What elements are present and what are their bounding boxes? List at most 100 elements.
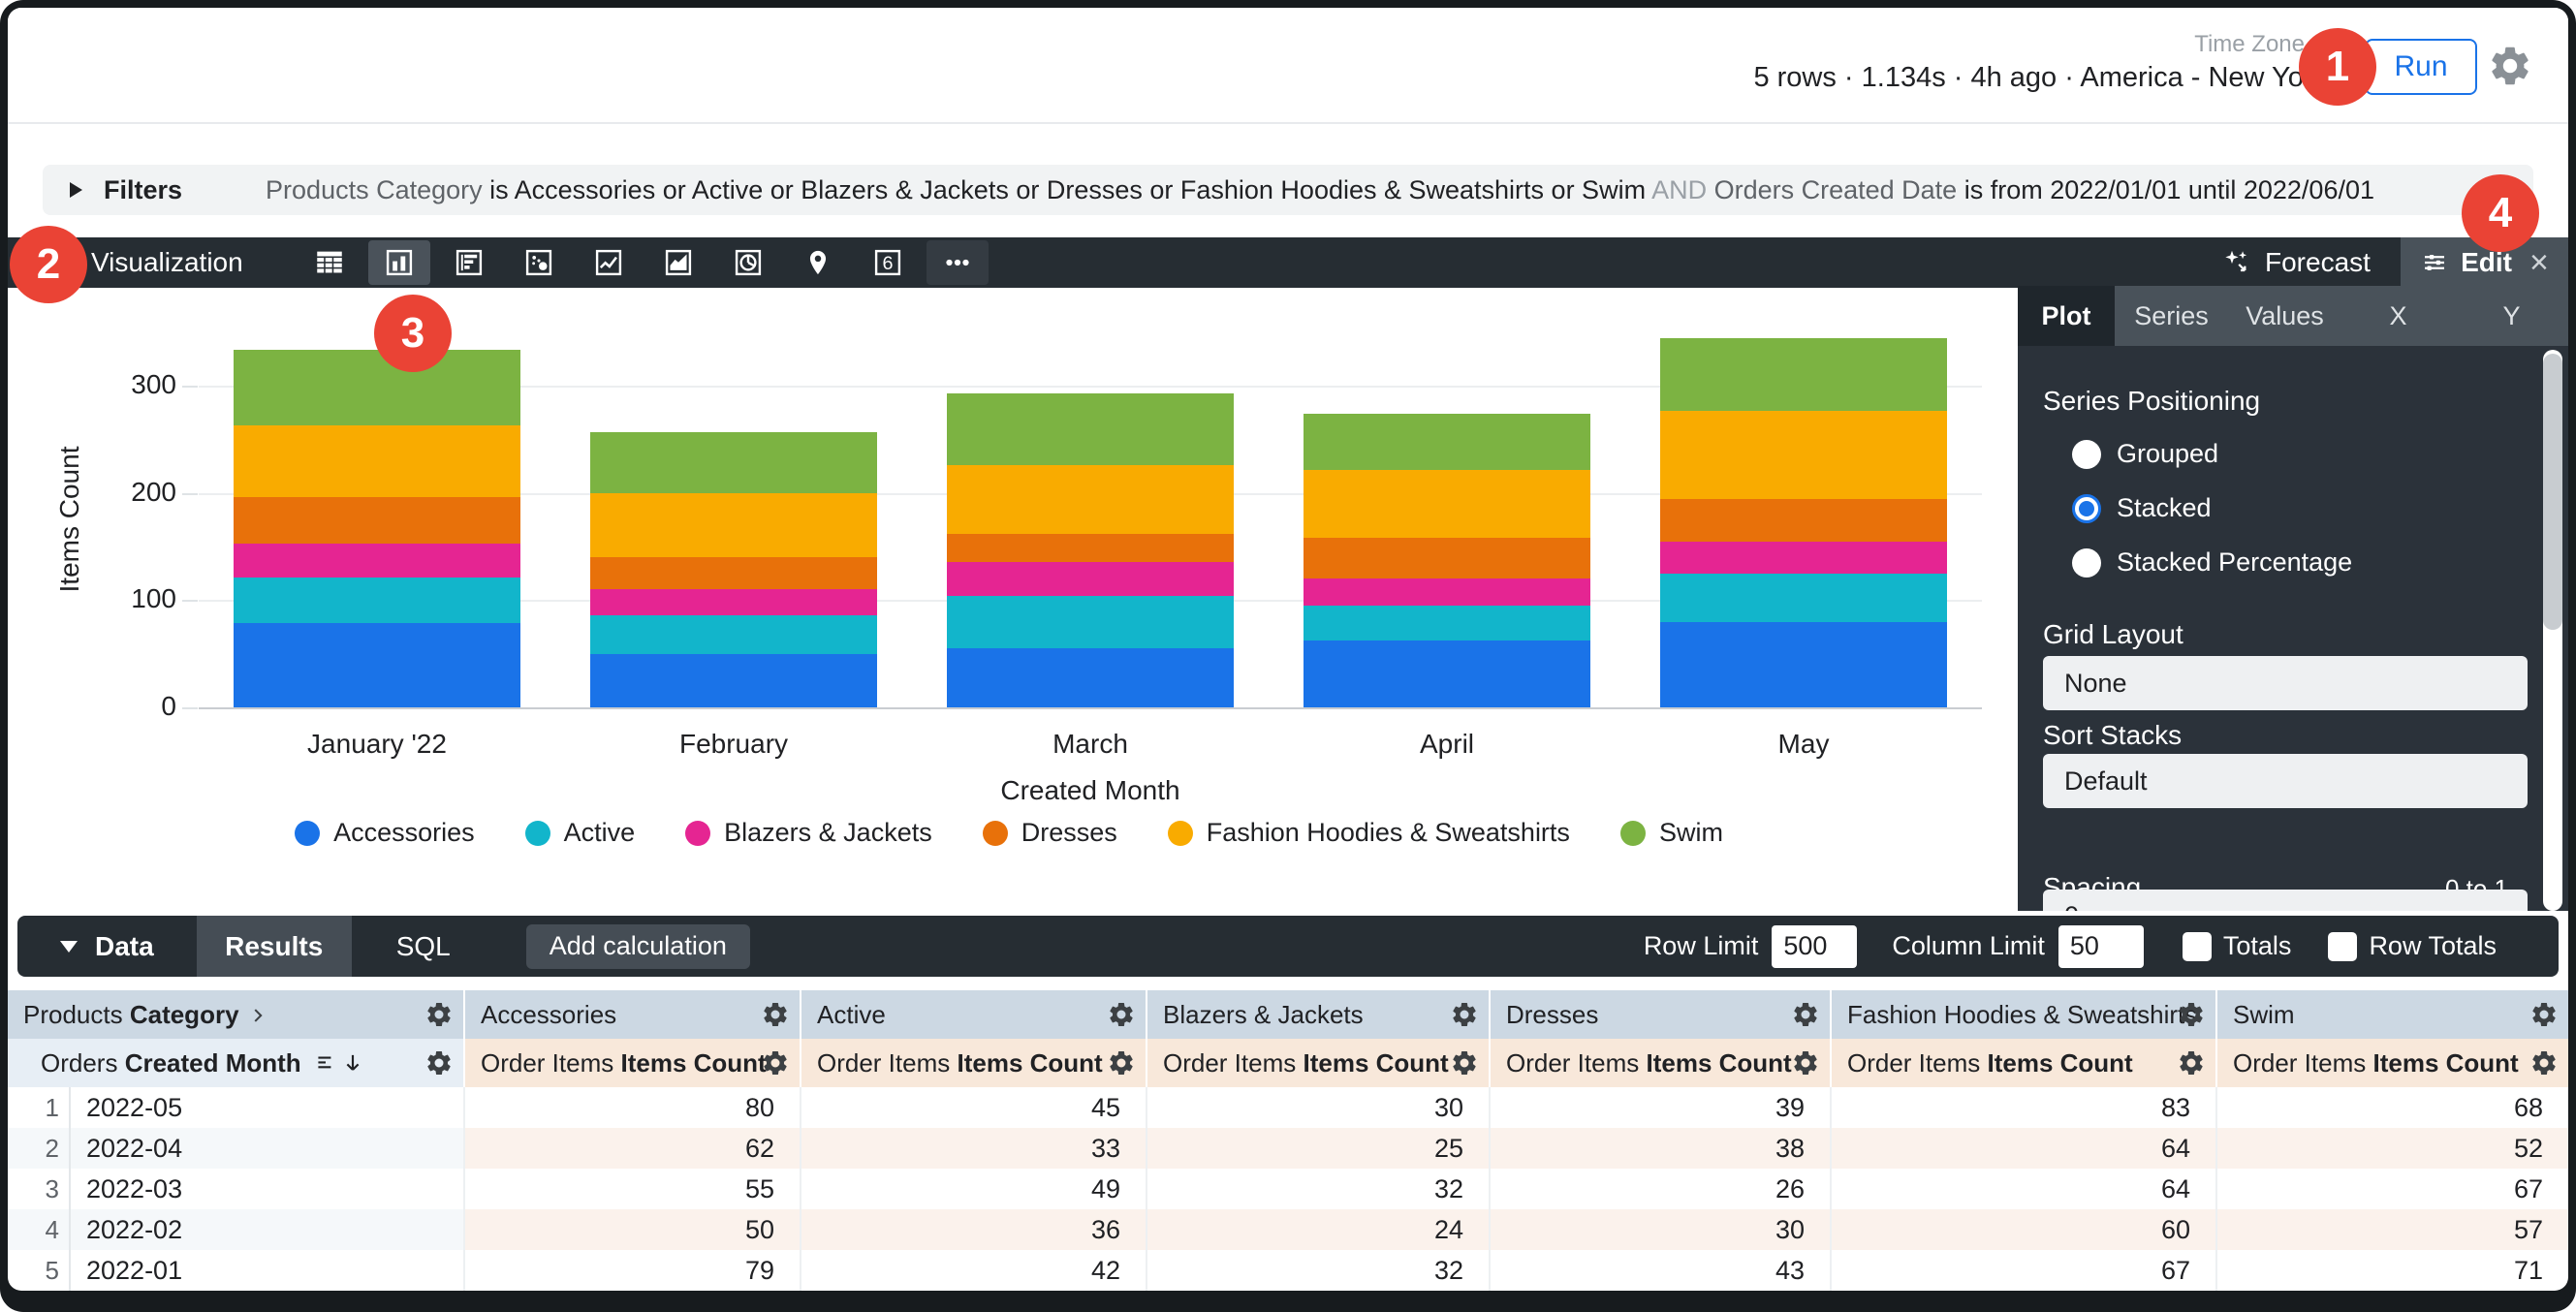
subtotal-icon[interactable] [313, 1050, 338, 1076]
bar-chart-icon[interactable] [438, 240, 500, 285]
month-cell[interactable]: 2022-03 [70, 1169, 464, 1209]
bar-segment[interactable] [234, 497, 520, 544]
bar-segment[interactable] [234, 350, 520, 426]
measure-subheader[interactable]: Order Items Items Count [1147, 1039, 1490, 1087]
field-gear-icon[interactable] [2177, 1000, 2206, 1029]
measure-column-header[interactable]: Active [801, 990, 1147, 1039]
tab-y[interactable]: Y [2455, 286, 2568, 346]
tab-values[interactable]: Values [2228, 286, 2341, 346]
bar-segment[interactable] [947, 465, 1234, 534]
bar-segment[interactable] [1660, 411, 1947, 500]
bar-segment[interactable] [590, 589, 877, 615]
bar-segment[interactable] [1660, 574, 1947, 622]
more-charts-icon[interactable] [927, 240, 989, 285]
legend-item[interactable]: Accessories [295, 818, 475, 848]
bar-segment[interactable] [590, 557, 877, 589]
value-cell[interactable]: 64 [1831, 1128, 2216, 1169]
value-cell[interactable]: 30 [1490, 1209, 1831, 1250]
value-cell[interactable]: 67 [1831, 1250, 2216, 1291]
value-cell[interactable]: 32 [1147, 1169, 1490, 1209]
settings-gear-icon[interactable] [2487, 43, 2533, 89]
value-cell[interactable]: 62 [464, 1128, 801, 1169]
expand-filters-icon[interactable] [70, 182, 82, 198]
tab-plot[interactable]: Plot [2018, 286, 2115, 346]
filters-bar[interactable]: Filters Products Category is Accessories… [43, 165, 2533, 215]
field-gear-icon[interactable] [424, 1000, 454, 1029]
field-gear-icon[interactable] [1450, 1000, 1479, 1029]
measure-column-header[interactable]: Swim [2216, 990, 2568, 1039]
column-limit-input[interactable] [2058, 925, 2144, 968]
value-cell[interactable]: 80 [464, 1087, 801, 1128]
value-cell[interactable]: 36 [801, 1209, 1147, 1250]
value-cell[interactable]: 24 [1147, 1209, 1490, 1250]
field-gear-icon[interactable] [1450, 1048, 1479, 1078]
value-cell[interactable]: 49 [801, 1169, 1147, 1209]
bar-segment[interactable] [1304, 538, 1590, 578]
value-cell[interactable]: 68 [2216, 1087, 2568, 1128]
radio-icon[interactable] [2072, 548, 2101, 578]
value-cell[interactable]: 55 [464, 1169, 801, 1209]
month-cell[interactable]: 2022-02 [70, 1209, 464, 1250]
month-cell[interactable]: 2022-04 [70, 1128, 464, 1169]
bar-segment[interactable] [590, 615, 877, 654]
data-label[interactable]: Data [95, 931, 154, 962]
measure-subheader[interactable]: Order Items Items Count [801, 1039, 1147, 1087]
table-chart-icon[interactable] [298, 240, 361, 285]
value-cell[interactable]: 64 [1831, 1169, 2216, 1209]
value-cell[interactable]: 83 [1831, 1087, 2216, 1128]
bar-segment[interactable] [234, 425, 520, 497]
bar-segment[interactable] [947, 596, 1234, 648]
bar-segment[interactable] [947, 648, 1234, 707]
forecast-button[interactable]: Forecast [2220, 237, 2371, 288]
tab-sql[interactable]: SQL [396, 931, 451, 962]
chevron-right-icon[interactable] [247, 1003, 268, 1024]
row-limit-input[interactable] [1772, 925, 1857, 968]
value-cell[interactable]: 67 [2216, 1169, 2568, 1209]
bar-segment[interactable] [1304, 470, 1590, 539]
panel-scrollbar[interactable] [2543, 350, 2562, 911]
value-cell[interactable]: 52 [2216, 1128, 2568, 1169]
line-chart-icon[interactable] [578, 240, 640, 285]
measure-column-header[interactable]: Dresses [1490, 990, 1831, 1039]
field-gear-icon[interactable] [1107, 1000, 1136, 1029]
legend-item[interactable]: Blazers & Jackets [685, 818, 932, 848]
measure-subheader[interactable]: Order Items Items Count [1490, 1039, 1831, 1087]
bar-segment[interactable] [1304, 606, 1590, 640]
single-value-icon[interactable]: 6 [857, 240, 919, 285]
bar-segment[interactable] [947, 393, 1234, 465]
measure-subheader[interactable]: Order Items Items Count [464, 1039, 801, 1087]
value-cell[interactable]: 25 [1147, 1128, 1490, 1169]
value-cell[interactable]: 60 [1831, 1209, 2216, 1250]
value-cell[interactable]: 30 [1147, 1087, 1490, 1128]
measure-subheader[interactable]: Order Items Items Count [1831, 1039, 2216, 1087]
legend-item[interactable]: Swim [1620, 818, 1723, 848]
value-cell[interactable]: 50 [464, 1209, 801, 1250]
bar-segment[interactable] [1660, 622, 1947, 707]
field-gear-icon[interactable] [761, 1048, 790, 1078]
legend-item[interactable]: Fashion Hoodies & Sweatshirts [1168, 818, 1570, 848]
field-gear-icon[interactable] [2529, 1048, 2559, 1078]
bar-segment[interactable] [590, 432, 877, 493]
value-cell[interactable]: 33 [801, 1128, 1147, 1169]
tab-results[interactable]: Results [197, 916, 352, 977]
pie-chart-icon[interactable] [717, 240, 779, 285]
radio-icon[interactable] [2072, 494, 2101, 523]
close-icon[interactable]: × [2529, 246, 2549, 279]
add-calculation-button[interactable]: Add calculation [526, 924, 750, 969]
map-chart-icon[interactable] [787, 240, 849, 285]
field-gear-icon[interactable] [761, 1000, 790, 1029]
field-gear-icon[interactable] [2177, 1048, 2206, 1078]
field-gear-icon[interactable] [424, 1048, 454, 1078]
tab-x[interactable]: X [2341, 286, 2455, 346]
value-cell[interactable]: 43 [1490, 1250, 1831, 1291]
spacing-input[interactable] [2043, 890, 2528, 911]
radio-icon[interactable] [2072, 440, 2101, 469]
column-chart-icon[interactable] [368, 240, 430, 285]
field-gear-icon[interactable] [2529, 1000, 2559, 1029]
dimension-column-header[interactable]: Products Category [8, 990, 464, 1039]
value-cell[interactable]: 71 [2216, 1250, 2568, 1291]
bar-segment[interactable] [590, 654, 877, 707]
panel-scrollbar-thumb[interactable] [2543, 354, 2562, 630]
measure-column-header[interactable]: Accessories [464, 990, 801, 1039]
field-gear-icon[interactable] [1107, 1048, 1136, 1078]
